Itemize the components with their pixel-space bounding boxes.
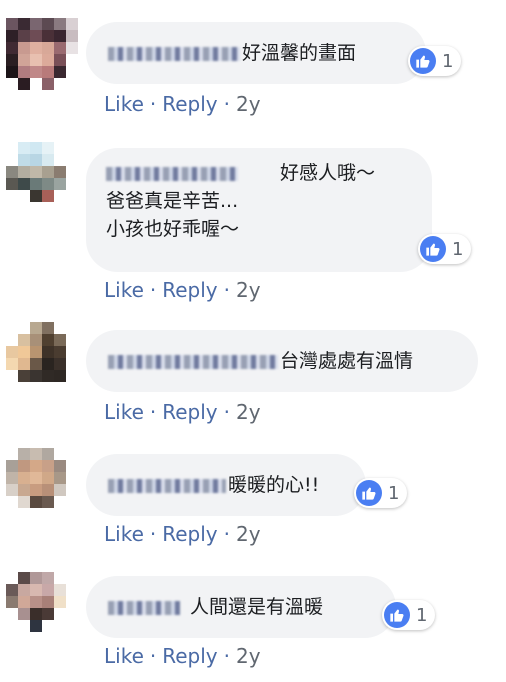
reaction-count: 1: [388, 482, 400, 504]
separator: ·: [149, 278, 157, 302]
reply-link[interactable]: Reply: [162, 522, 217, 546]
separator: ·: [223, 400, 230, 424]
comment-bubble: 台灣處處有溫情: [86, 330, 478, 392]
commenter-name[interactable]: [108, 478, 226, 493]
reaction-badge[interactable]: 1: [418, 234, 472, 264]
separator: ·: [149, 644, 157, 668]
separator: ·: [149, 522, 157, 546]
comment-text-line: 好感人哦～: [106, 160, 414, 186]
commenter-name[interactable]: [106, 166, 238, 181]
reaction-badge[interactable]: 1: [354, 478, 408, 508]
comment-actions: Like · Reply · 2y: [104, 522, 261, 546]
reaction-count: 1: [442, 50, 454, 72]
like-link[interactable]: Like: [104, 644, 144, 668]
comment-text: 好溫馨的畫面: [242, 42, 357, 64]
reply-link[interactable]: Reply: [162, 278, 217, 302]
timestamp[interactable]: 2y: [236, 278, 261, 302]
comment-actions: Like · Reply · 2y: [104, 400, 261, 424]
comment-text: 暖暖的心!!: [228, 474, 320, 496]
comment-actions: Like · Reply · 2y: [104, 644, 261, 668]
timestamp[interactable]: 2y: [236, 644, 261, 668]
separator: ·: [223, 522, 230, 546]
reaction-count: 1: [452, 238, 464, 260]
avatar[interactable]: [6, 322, 78, 394]
comment-bubble: 暖暖的心!!: [86, 454, 366, 516]
timestamp[interactable]: 2y: [236, 400, 261, 424]
like-link[interactable]: Like: [104, 278, 144, 302]
comment-text-line: 小孩也好乖喔～: [106, 218, 240, 240]
comment-text: 台灣處處有溫情: [280, 350, 414, 372]
reaction-badge[interactable]: 1: [382, 600, 436, 630]
thumbs-up-icon: [410, 48, 436, 74]
comment-text-line: 爸爸真是辛苦...: [106, 190, 239, 212]
timestamp[interactable]: 2y: [236, 92, 261, 116]
avatar[interactable]: [6, 448, 78, 520]
avatar[interactable]: [6, 18, 78, 90]
comment-actions: Like · Reply · 2y: [104, 92, 261, 116]
timestamp[interactable]: 2y: [236, 522, 261, 546]
commenter-name[interactable]: [108, 354, 278, 369]
reply-link[interactable]: Reply: [162, 92, 217, 116]
commenter-name[interactable]: [108, 46, 240, 61]
like-link[interactable]: Like: [104, 400, 144, 424]
thumbs-up-icon: [356, 480, 382, 506]
commenter-name[interactable]: [108, 600, 180, 615]
separator: ·: [223, 278, 230, 302]
reaction-badge[interactable]: 1: [408, 46, 462, 76]
separator: ·: [223, 92, 230, 116]
comment-text: 人間還是有溫暖: [190, 596, 324, 618]
separator: ·: [223, 644, 230, 668]
comment-bubble: 好感人哦～ 爸爸真是辛苦... 小孩也好乖喔～: [86, 148, 432, 272]
reaction-count: 1: [416, 604, 428, 626]
like-link[interactable]: Like: [104, 92, 144, 116]
reply-link[interactable]: Reply: [162, 644, 217, 668]
comment-bubble: 人間還是有溫暖: [86, 576, 396, 638]
reply-link[interactable]: Reply: [162, 400, 217, 424]
like-link[interactable]: Like: [104, 522, 144, 546]
comment-bubble: 好溫馨的畫面: [86, 22, 426, 84]
comment-actions: Like · Reply · 2y: [104, 278, 261, 302]
separator: ·: [149, 92, 157, 116]
thumbs-up-icon: [384, 602, 410, 628]
avatar[interactable]: [6, 572, 78, 644]
thumbs-up-icon: [420, 236, 446, 262]
avatar[interactable]: [6, 142, 78, 214]
separator: ·: [149, 400, 157, 424]
